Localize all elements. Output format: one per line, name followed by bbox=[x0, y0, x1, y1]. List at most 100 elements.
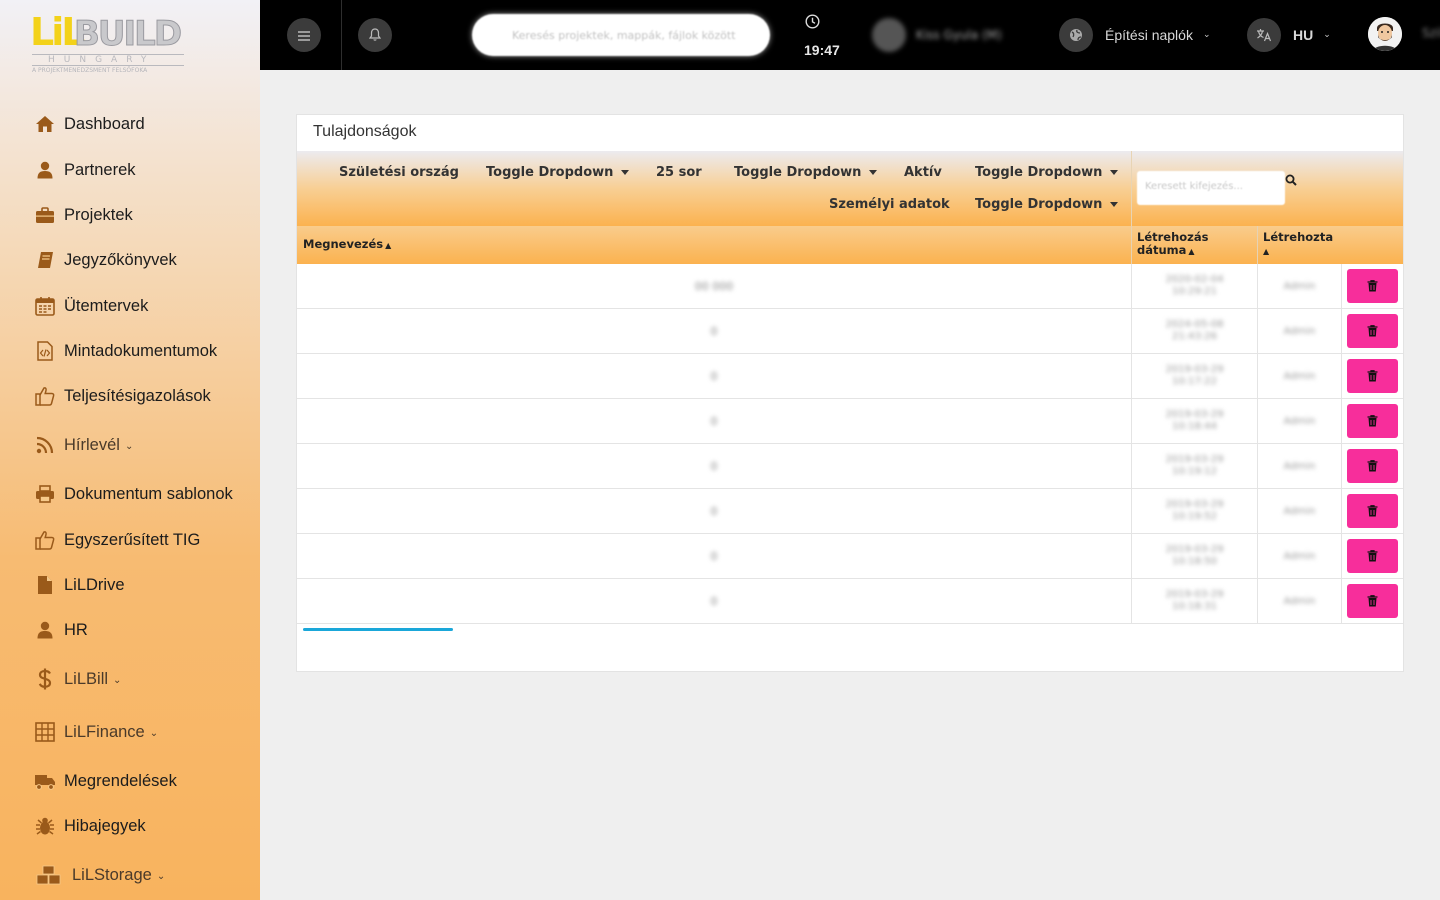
menu-toggle-button[interactable] bbox=[287, 18, 321, 52]
column-header-created-date[interactable]: Létrehozás dátuma ▲ bbox=[1137, 231, 1208, 258]
lilbuild-logo[interactable]: LiL BUILD HUNGARY A PROJEKTMENEDZSMENT F… bbox=[30, 8, 186, 76]
toggle-dropdown-2[interactable]: Toggle Dropdown bbox=[734, 165, 878, 180]
table-row[interactable]: 0 2019-03-29 10:19:52 Admin bbox=[297, 489, 1403, 534]
personal-data-button[interactable]: Személyi adatok bbox=[829, 197, 950, 212]
sidebar-item-partnerek[interactable]: Partnerek bbox=[34, 156, 136, 184]
date-text: 2019-03-29 bbox=[1165, 589, 1224, 600]
delete-button[interactable] bbox=[1347, 584, 1398, 618]
delete-button[interactable] bbox=[1347, 269, 1398, 303]
code-file-icon bbox=[34, 340, 56, 362]
file-icon bbox=[34, 574, 56, 596]
construction-logs-dropdown[interactable]: Építési naplók ⌄ bbox=[1059, 18, 1211, 52]
column-divider bbox=[1341, 309, 1342, 354]
table-row[interactable]: 0 2019-03-29 10:17:22 Admin bbox=[297, 354, 1403, 399]
cell-created-by: Admin bbox=[1283, 505, 1316, 517]
column-header-label: Létrehozta bbox=[1263, 230, 1334, 244]
top-bar: Keresés projektek, mappák, fájlok között… bbox=[260, 0, 1440, 70]
trash-icon bbox=[1367, 592, 1378, 611]
language-dropdown[interactable]: HU ⌄ bbox=[1247, 18, 1331, 52]
rss-icon bbox=[34, 434, 56, 456]
notifications-button[interactable] bbox=[358, 18, 392, 52]
table-row[interactable]: 0 2024-05-08 21:43:26 Admin bbox=[297, 309, 1403, 354]
toggle-dropdown-label: Toggle Dropdown bbox=[734, 165, 862, 180]
toggle-dropdown-4[interactable]: Toggle Dropdown bbox=[975, 197, 1119, 212]
table-row[interactable]: 0 2019-03-29 10:18:31 Admin bbox=[297, 579, 1403, 624]
sort-asc-icon: ▲ bbox=[1188, 247, 1195, 256]
global-search-input[interactable]: Keresés projektek, mappák, fájlok között bbox=[472, 14, 770, 56]
sidebar-item-jegyzokonyvek[interactable]: Jegyzőkönyvek bbox=[34, 246, 177, 274]
chevron-down-icon: ⌄ bbox=[124, 440, 134, 452]
delete-button[interactable] bbox=[1347, 359, 1398, 393]
toggle-dropdown-label: Toggle Dropdown bbox=[975, 197, 1103, 212]
search-icon[interactable] bbox=[1285, 171, 1297, 190]
cell-created-date: 2024-05-08 21:43:26 bbox=[1132, 309, 1257, 353]
delete-button[interactable] bbox=[1347, 494, 1398, 528]
construction-logs-label: Építési naplók bbox=[1105, 27, 1193, 43]
column-divider bbox=[1341, 579, 1342, 624]
user-avatar[interactable] bbox=[1368, 17, 1402, 51]
sidebar-item-label: Dokumentum sablonok bbox=[64, 484, 233, 503]
user-icon bbox=[34, 159, 56, 181]
table-row[interactable]: 00 000 2020-02-04 10:29:21 Admin bbox=[297, 264, 1403, 309]
company-selector[interactable]: Kiss Gyula (M) bbox=[872, 18, 1002, 52]
toggle-dropdown-3[interactable]: Toggle Dropdown bbox=[975, 165, 1119, 180]
delete-button[interactable] bbox=[1347, 404, 1398, 438]
table-row[interactable]: 0 2019-03-29 10:18:44 Admin bbox=[297, 399, 1403, 444]
sidebar-item-utemtervek[interactable]: Ütemtervek bbox=[34, 292, 148, 320]
sidebar-item-label: Projektek bbox=[64, 205, 133, 224]
sidebar-item-mintadokumentumok[interactable]: Mintadokumentumok bbox=[34, 337, 217, 365]
sidebar-item-projektek[interactable]: Projektek bbox=[34, 201, 133, 229]
trash-icon bbox=[1367, 457, 1378, 476]
column-header-created-by[interactable]: Létrehozta ▲ bbox=[1263, 231, 1333, 258]
sidebar-item-hibajegyek[interactable]: Hibajegyek bbox=[34, 812, 146, 840]
cell-name: 0 bbox=[710, 414, 718, 428]
toggle-dropdown-label: Toggle Dropdown bbox=[975, 165, 1103, 180]
topbar-divider bbox=[341, 0, 342, 70]
sidebar-item-dashboard[interactable]: Dashboard bbox=[34, 110, 145, 138]
sidebar-item-dokumentum-sablonok[interactable]: Dokumentum sablonok bbox=[34, 480, 233, 508]
sidebar-item-lildrive[interactable]: LiLDrive bbox=[34, 571, 125, 599]
sidebar-item-label: LiLFinance bbox=[64, 722, 145, 741]
column-header-label: Létrehozás bbox=[1137, 230, 1209, 244]
column-header-name[interactable]: Megnevezés ▲ bbox=[303, 238, 391, 252]
sidebar-item-hr[interactable]: HR bbox=[34, 616, 88, 644]
birth-country-button[interactable]: Születési ország bbox=[339, 165, 459, 180]
sidebar-item-egyszerusitett-tig[interactable]: Egyszerűsített TIG bbox=[34, 526, 200, 554]
column-divider bbox=[1341, 354, 1342, 399]
sidebar-item-lilfinance[interactable]: LiLFinance ⌄ bbox=[34, 718, 158, 746]
header-divider bbox=[1131, 226, 1132, 264]
column-divider bbox=[1341, 534, 1342, 579]
time-text: 10:19:52 bbox=[1172, 511, 1217, 522]
toggle-dropdown-1[interactable]: Toggle Dropdown bbox=[486, 165, 630, 180]
table-search-input[interactable]: Keresett kifejezés... bbox=[1137, 171, 1285, 205]
sidebar-item-label: Megrendelések bbox=[64, 771, 177, 790]
sidebar-item-lilstorage[interactable]: LiLStorage ⌄ bbox=[34, 861, 165, 889]
sidebar-item-label: Hírlevél bbox=[64, 435, 120, 454]
sidebar-item-teljesitesigazolasok[interactable]: Teljesítésigazolások bbox=[34, 382, 211, 410]
user-name: Szil bbox=[1422, 26, 1440, 40]
horizontal-scrollbar[interactable] bbox=[303, 628, 453, 631]
sidebar-item-lilbill[interactable]: LiLBill ⌄ bbox=[34, 665, 121, 693]
trash-icon bbox=[1367, 367, 1378, 386]
sidebar: LiL BUILD HUNGARY A PROJEKTMENEDZSMENT F… bbox=[0, 0, 260, 900]
table-row[interactable]: 0 2019-03-29 10:19:12 Admin bbox=[297, 444, 1403, 489]
cell-created-by: Admin bbox=[1283, 550, 1316, 562]
sidebar-item-hirlevel[interactable]: Hírlevél ⌄ bbox=[34, 431, 133, 459]
sidebar-item-megrendelesek[interactable]: Megrendelések bbox=[34, 767, 177, 795]
chevron-down-icon: ⌄ bbox=[149, 727, 159, 739]
sidebar-item-label: Dashboard bbox=[64, 114, 145, 133]
sidebar-item-label: Ütemtervek bbox=[64, 296, 149, 315]
table-row[interactable]: 0 2019-03-29 10:18:50 Admin bbox=[297, 534, 1403, 579]
time-text: 10:29:21 bbox=[1172, 286, 1217, 297]
sidebar-item-label: Teljesítésigazolások bbox=[64, 386, 211, 405]
delete-button[interactable] bbox=[1347, 449, 1398, 483]
delete-button[interactable] bbox=[1347, 539, 1398, 573]
rows-per-page-button[interactable]: 25 sor bbox=[656, 165, 702, 180]
printer-icon bbox=[34, 483, 56, 505]
sort-asc-icon: ▲ bbox=[385, 241, 392, 250]
delete-button[interactable] bbox=[1347, 314, 1398, 348]
time-text: 10:19:12 bbox=[1172, 466, 1217, 477]
toolbar-divider bbox=[1131, 151, 1132, 226]
active-filter-button[interactable]: Aktív bbox=[904, 165, 942, 180]
briefcase-icon bbox=[34, 204, 56, 226]
